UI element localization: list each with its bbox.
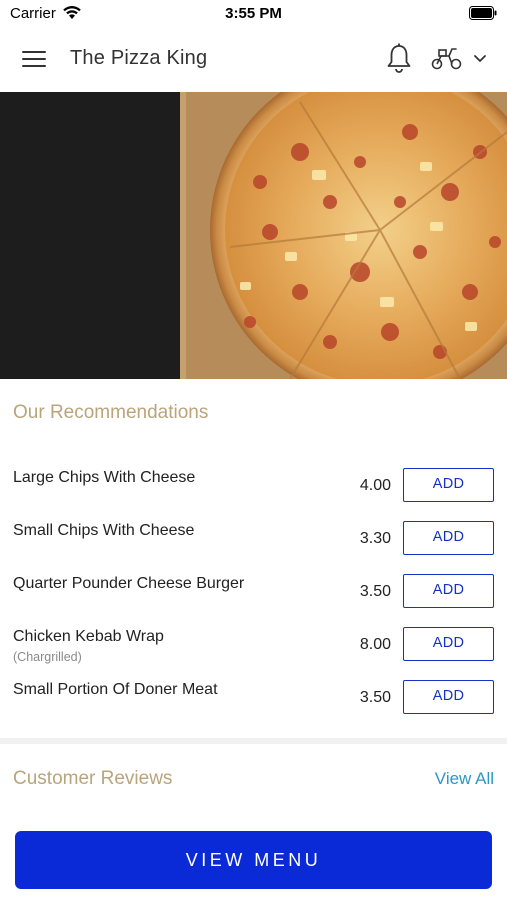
add-button[interactable]: ADD — [403, 574, 494, 608]
restaurant-title: The Pizza King — [70, 47, 208, 69]
reviews-heading: Customer Reviews — [13, 768, 173, 789]
list-item: Small Portion Of Doner Meat 3.50 ADD — [0, 672, 507, 725]
item-note: (Chargrilled) — [13, 650, 82, 664]
item-price: 3.30 — [359, 530, 391, 547]
item-name: Chicken Kebab Wrap — [13, 628, 164, 645]
app-header: The Pizza King — [0, 28, 507, 92]
bell-icon[interactable] — [385, 42, 413, 74]
view-menu-button[interactable]: VIEW MENU — [15, 831, 492, 889]
chevron-down-icon[interactable] — [472, 52, 488, 64]
item-name: Small Portion Of Doner Meat — [13, 681, 218, 698]
item-price: 8.00 — [359, 636, 391, 653]
item-name: Quarter Pounder Cheese Burger — [13, 575, 245, 592]
item-price: 3.50 — [359, 689, 391, 706]
add-button[interactable]: ADD — [403, 680, 494, 714]
list-item: Small Chips With Cheese 3.30 ADD — [0, 513, 507, 566]
item-name: Large Chips With Cheese — [13, 469, 196, 486]
section-divider — [0, 738, 507, 744]
hero-pizza-image — [0, 92, 507, 379]
view-all-link[interactable]: View All — [435, 769, 494, 789]
item-name: Small Chips With Cheese — [13, 522, 195, 539]
add-button[interactable]: ADD — [403, 627, 494, 661]
pizza-photo — [0, 92, 507, 379]
add-button[interactable]: ADD — [403, 468, 494, 502]
clock: 3:55 PM — [225, 5, 282, 22]
list-item: Large Chips With Cheese 4.00 ADD — [0, 460, 507, 513]
list-item: Quarter Pounder Cheese Burger 3.50 ADD — [0, 566, 507, 619]
status-bar: Carrier 3:55 PM — [0, 0, 507, 28]
recommendations-heading: Our Recommendations — [13, 402, 209, 423]
scooter-icon[interactable] — [430, 44, 464, 72]
add-button[interactable]: ADD — [403, 521, 494, 555]
item-price: 3.50 — [359, 583, 391, 600]
hamburger-menu-icon[interactable] — [22, 48, 48, 70]
battery-icon — [469, 6, 497, 20]
item-price: 4.00 — [359, 477, 391, 494]
list-item: Chicken Kebab Wrap (Chargrilled) 8.00 AD… — [0, 619, 507, 672]
